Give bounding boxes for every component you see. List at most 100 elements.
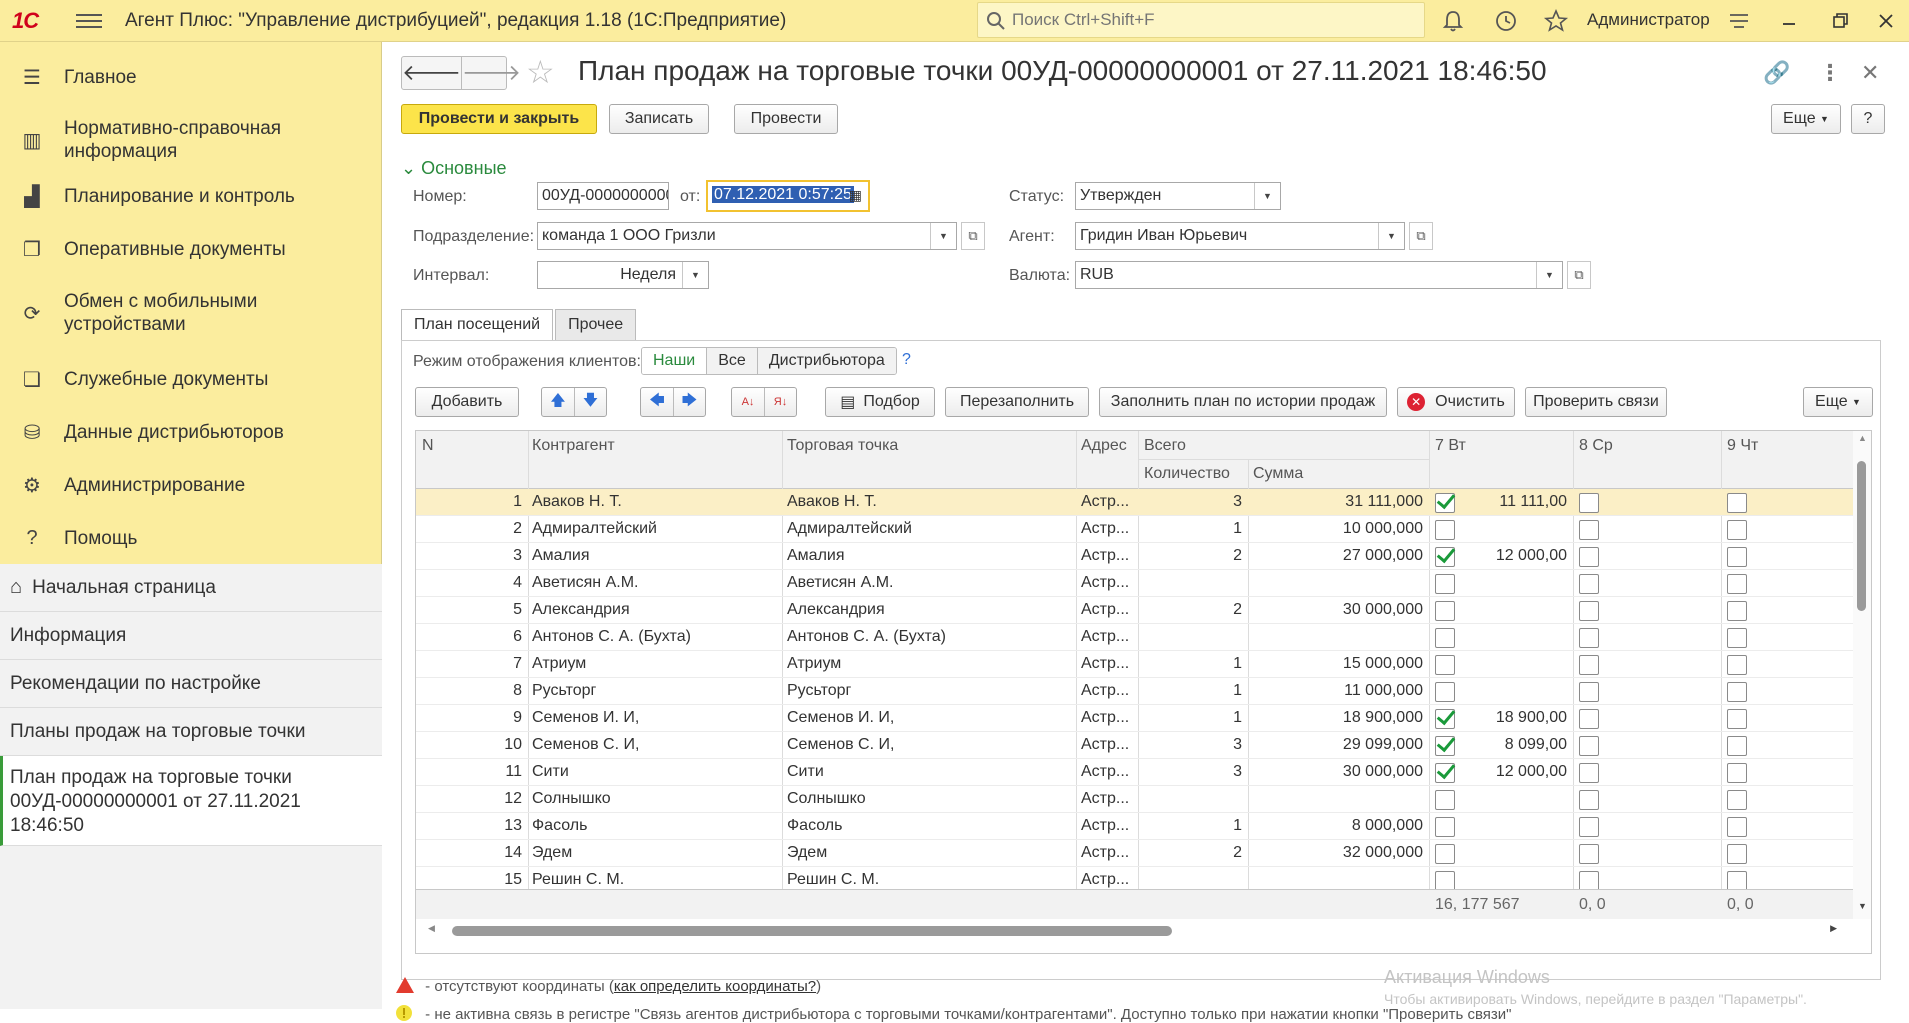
post-and-close-button[interactable]: Провести и закрыть — [401, 104, 597, 134]
move-up-icon[interactable]: 🡅 — [542, 388, 574, 416]
sidebar-item-planning[interactable]: ▟ Планирование и контроль — [0, 173, 382, 219]
mode-all[interactable]: Все — [707, 348, 758, 374]
table-row[interactable]: 8 Русьторг Русьторг Астр... 1 11 000,000 — [416, 678, 1853, 705]
add-button[interactable]: Добавить — [415, 387, 519, 417]
coords-help-link[interactable]: как определить координаты? — [614, 978, 816, 995]
visit-checkbox-d2[interactable] — [1579, 844, 1599, 864]
visit-checkbox-d3[interactable] — [1727, 871, 1747, 891]
restore-icon[interactable] — [1827, 8, 1853, 34]
open-window-home[interactable]: ⌂ Начальная страница — [0, 564, 382, 612]
tab-other[interactable]: Прочее — [555, 309, 637, 341]
col-total[interactable]: Всего — [1144, 437, 1186, 455]
post-button[interactable]: Провести — [734, 104, 838, 134]
section-header[interactable]: ⌄ Основные — [401, 158, 507, 179]
agent-field[interactable]: Гридин Иван Юрьевич ▼ — [1075, 222, 1405, 250]
open-window-recommendations[interactable]: Рекомендации по настройке — [0, 660, 382, 708]
bell-icon[interactable] — [1440, 8, 1466, 34]
table-row[interactable]: 7 Атриум Атриум Астр... 1 15 000,000 — [416, 651, 1853, 678]
table-row[interactable]: 3 Амалия Амалия Астр... 2 27 000,000 12 000,00 — [416, 543, 1853, 570]
horizontal-scrollbar[interactable]: ◀ ▶ — [416, 921, 1853, 939]
date-field[interactable]: 07.12.2021 0:57:25 ▦ — [706, 180, 870, 212]
table-row[interactable]: 6 Антонов С. А. (Бухта) Антонов С. А. (Бух… — [416, 624, 1853, 651]
col-address[interactable]: Адрес — [1081, 437, 1127, 455]
minimize-icon[interactable] — [1776, 8, 1802, 34]
more-vert-icon[interactable]: ⋮ — [1819, 60, 1841, 86]
visit-checkbox-d3[interactable] — [1727, 682, 1747, 702]
close-icon[interactable]: ✕ — [1861, 60, 1879, 86]
scroll-thumb[interactable] — [1857, 461, 1866, 611]
open-icon[interactable]: ⧉ — [961, 222, 985, 250]
interval-select[interactable]: Неделя ▼ — [537, 261, 709, 289]
chevron-down-icon[interactable]: ▼ — [1378, 223, 1404, 249]
help-button[interactable]: ? — [1851, 104, 1885, 134]
visit-checkbox-d1[interactable] — [1435, 628, 1455, 648]
sidebar-item-catalogs[interactable]: ▥ Нормативно-справочная информация — [0, 110, 382, 170]
col-contractor[interactable]: Контрагент — [532, 437, 615, 455]
visit-checkbox-d1[interactable] — [1435, 601, 1455, 621]
chevron-down-icon[interactable]: ▼ — [1536, 262, 1562, 288]
visit-checkbox-d2[interactable] — [1579, 763, 1599, 783]
table-row[interactable]: 5 Александрия Александрия Астр... 2 30 000,00… — [416, 597, 1853, 624]
visit-checkbox-d2[interactable] — [1579, 520, 1599, 540]
visit-checkbox-d2[interactable] — [1579, 817, 1599, 837]
col-day3[interactable]: 9 Чт — [1727, 437, 1758, 455]
open-icon[interactable]: ⧉ — [1567, 261, 1591, 289]
visit-checkbox-d3[interactable] — [1727, 574, 1747, 594]
favorite-star-icon[interactable]: ☆ — [526, 56, 555, 88]
calendar-icon[interactable]: ▦ — [849, 187, 862, 204]
search-input[interactable] — [1010, 9, 1410, 31]
back-arrow-icon[interactable]: 🡐 — [402, 57, 462, 89]
vertical-scrollbar[interactable]: ▲ ▼ — [1853, 431, 1871, 919]
visit-checkbox-d2[interactable] — [1579, 574, 1599, 594]
visit-checkbox-d3[interactable] — [1727, 520, 1747, 540]
sidebar-item-help[interactable]: ? Помощь — [0, 515, 382, 561]
sidebar-item-distributor-data[interactable]: ⛁ Данные дистрибьюторов — [0, 409, 382, 455]
col-day2[interactable]: 8 Ср — [1579, 437, 1613, 455]
open-icon[interactable]: ⧉ — [1409, 222, 1433, 250]
number-field[interactable]: 00УД-00000000001 — [537, 182, 669, 210]
visit-checkbox-d2[interactable] — [1579, 736, 1599, 756]
forward-arrow-icon[interactable]: 🡒 — [462, 57, 521, 89]
sidebar-item-mobile-exchange[interactable]: ⟳ Обмен с мобильными устройствами — [0, 283, 382, 343]
visit-checkbox-d3[interactable] — [1727, 817, 1747, 837]
visit-checkbox-d1[interactable] — [1435, 871, 1455, 891]
check-links-button[interactable]: Проверить связи — [1525, 387, 1667, 417]
col-qty[interactable]: Количество — [1144, 465, 1230, 483]
chevron-down-icon[interactable]: ▼ — [930, 223, 956, 249]
chevron-down-icon[interactable]: ▼ — [1254, 183, 1280, 209]
clear-button[interactable]: ✕ Очистить — [1397, 387, 1515, 417]
visit-checkbox-d3[interactable] — [1727, 493, 1747, 513]
favorites-star-icon[interactable] — [1543, 8, 1569, 34]
scroll-up-icon[interactable]: ▲ — [1858, 433, 1867, 443]
visit-checkbox-d2[interactable] — [1579, 682, 1599, 702]
col-n[interactable]: N — [422, 437, 434, 455]
table-row[interactable]: 9 Семенов И. И, Семенов И. И, Астр... 1 18 90… — [416, 705, 1853, 732]
table-row[interactable]: 1 Аваков Н. Т. Аваков Н. Т. Астр... 3 31 111,… — [416, 489, 1853, 516]
open-window-current-doc[interactable]: План продаж на торговые точки 00УД-00000… — [0, 756, 382, 846]
close-window-icon[interactable] — [1873, 8, 1899, 34]
visit-checkbox-d3[interactable] — [1727, 736, 1747, 756]
move-right-icon[interactable]: 🡆 — [673, 388, 705, 416]
more-button[interactable]: Еще ▼ — [1771, 104, 1841, 134]
app-logo[interactable]: 1С — [12, 9, 54, 33]
mode-ours[interactable]: Наши — [642, 348, 708, 374]
scroll-left-icon[interactable]: ◀ — [428, 923, 435, 934]
table-more-button[interactable]: Еще ▼ — [1803, 387, 1873, 417]
hamburger-menu-icon[interactable] — [76, 10, 102, 32]
sidebar-item-administration[interactable]: ⚙ Администрирование — [0, 462, 382, 508]
table-row[interactable]: 12 Солнышко Солнышко Астр... — [416, 786, 1853, 813]
open-window-info[interactable]: Информация — [0, 612, 382, 660]
col-day1[interactable]: 7 Вт — [1435, 437, 1466, 455]
visit-checkbox-d3[interactable] — [1727, 790, 1747, 810]
visit-checkbox-d1[interactable] — [1435, 790, 1455, 810]
visit-checkbox-d2[interactable] — [1579, 628, 1599, 648]
division-field[interactable]: команда 1 ООО Гризли ▼ — [537, 222, 957, 250]
refill-button[interactable]: Перезаполнить — [945, 387, 1089, 417]
visit-checkbox-d1[interactable] — [1435, 655, 1455, 675]
col-sum[interactable]: Сумма — [1253, 465, 1303, 483]
settings-lines-icon[interactable] — [1726, 8, 1752, 34]
fill-history-button[interactable]: Заполнить план по истории продаж — [1099, 387, 1387, 417]
visit-checkbox-d1[interactable] — [1435, 682, 1455, 702]
visit-checkbox-d1[interactable] — [1435, 574, 1455, 594]
sort-asc-icon[interactable]: A↓ — [732, 388, 764, 416]
